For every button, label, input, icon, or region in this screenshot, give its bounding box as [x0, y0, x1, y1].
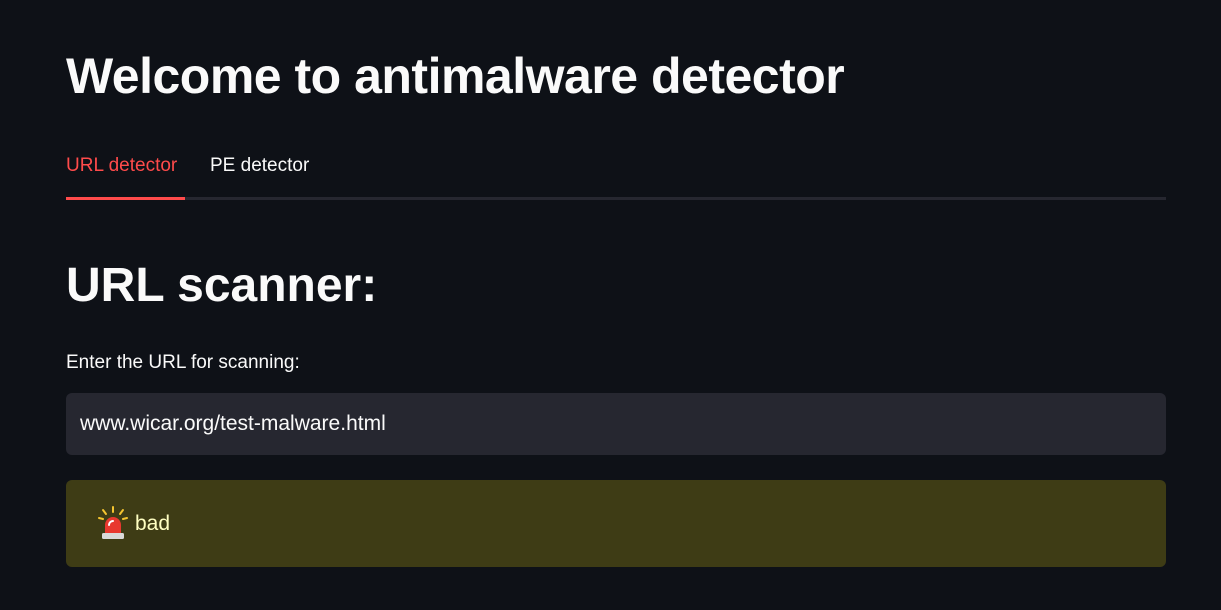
tab-pe-detector[interactable]: PE detector	[210, 154, 309, 178]
result-text: bad	[135, 512, 171, 535]
active-tab-indicator	[66, 197, 185, 200]
tab-url-detector[interactable]: URL detector	[66, 154, 177, 178]
result-alert: bad	[66, 480, 1166, 567]
url-input[interactable]	[66, 393, 1166, 455]
page-title: Welcome to antimalware detector	[66, 48, 845, 104]
rotating-light-icon	[98, 506, 128, 539]
section-title: URL scanner:	[66, 259, 378, 312]
url-input-label: Enter the URL for scanning:	[66, 352, 300, 373]
tab-track	[66, 197, 1166, 200]
tab-bar: URL detector PE detector	[66, 146, 1166, 200]
